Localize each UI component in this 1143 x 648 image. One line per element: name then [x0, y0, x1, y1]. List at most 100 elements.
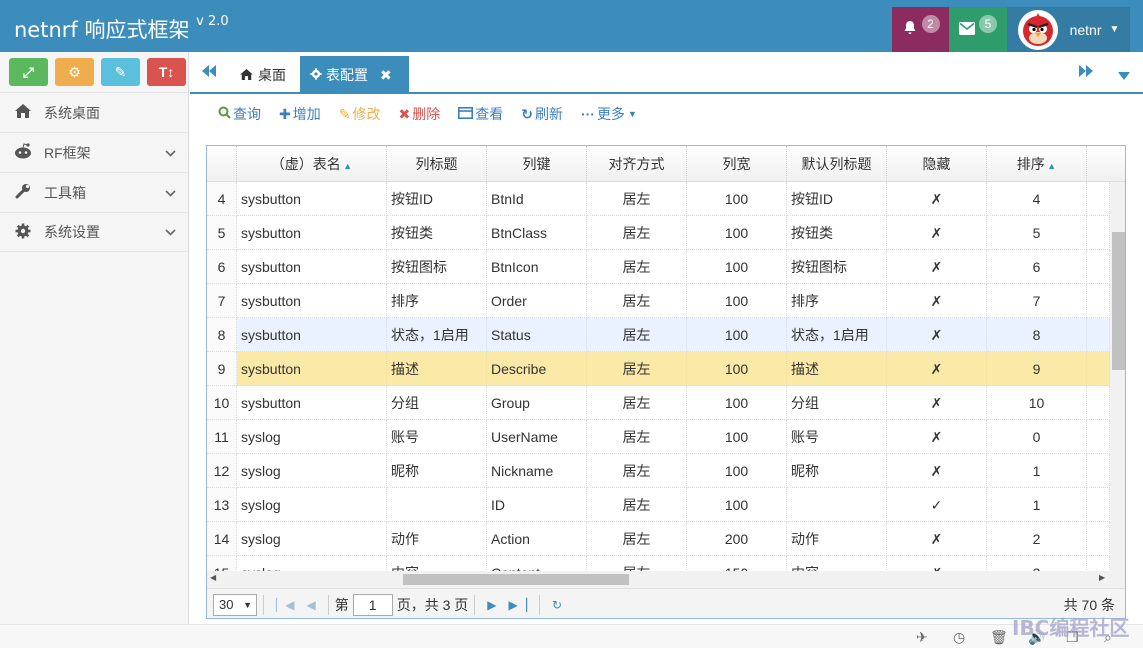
tab-table-config[interactable]: 表配置 ✖ [300, 56, 409, 94]
table-row[interactable]: 7 sysbutton 排序 Order 居左 100 排序 ✗ 7 [207, 284, 1110, 318]
home-icon [240, 67, 253, 83]
table-row[interactable]: 6 sysbutton 按钮图标 BtnIcon 居左 100 按钮图标 ✗ 6 [207, 250, 1110, 284]
pagination-bar: 30 ▼ ▏◀ ◀ 第 1 页，共 3 页 ▶ ▶▕ ↻ 共 70 条 [207, 588, 1125, 618]
cell-column-title: 内容 [387, 556, 487, 571]
delete-button[interactable]: ✖ 删除 [398, 104, 440, 124]
table-row[interactable]: 13 syslog ID 居左 100 ✓ 1 [207, 488, 1110, 522]
add-button[interactable]: ✚ 增加 [279, 104, 321, 124]
top-bar: netnrf 响应式框架 v 2.0 2 5 netnr ▼ [0, 0, 1143, 52]
cell-column-key: BtnId [487, 182, 587, 216]
sidebar: ⤢ ⚙ ✎ T↕ 系统桌面 RF框架 工具箱 系统设置 [0, 52, 189, 624]
page-number-input[interactable]: 1 [352, 593, 393, 616]
scroll-left-arrow-icon[interactable]: ◀ [210, 573, 216, 582]
table-row[interactable]: 14 syslog 动作 Action 居左 200 动作 ✗ 2 [207, 522, 1110, 556]
notifications-button[interactable]: 2 [892, 7, 949, 52]
refresh-button[interactable]: ↻ 刷新 [521, 104, 563, 124]
sidebar-item-toolbox[interactable]: 工具箱 [0, 172, 188, 212]
edit-record-button[interactable]: ✎ 修改 [339, 104, 381, 124]
sidebar-item-settings[interactable]: 系统设置 [0, 212, 188, 252]
more-button[interactable]: ··· 更多 ▼ [581, 104, 637, 124]
table-row[interactable]: 12 syslog 昵称 Nickname 居左 100 昵称 ✗ 1 [207, 454, 1110, 488]
notifications-badge: 2 [921, 14, 940, 33]
cell-column-title: 排序 [387, 284, 487, 318]
header-hidden[interactable]: 隐藏 [887, 146, 987, 182]
cell-column-key: UserName [487, 420, 587, 454]
settings-button[interactable]: ⚙ [55, 58, 94, 86]
trash-icon[interactable]: 🗑 [990, 629, 1008, 646]
font-size-button[interactable]: T↕ [147, 58, 186, 86]
last-page-icon[interactable]: ▶▕ [509, 598, 527, 612]
expand-button[interactable]: ⤢ [9, 58, 48, 86]
cell-width: 100 [687, 352, 787, 386]
cell-rownum: 13 [207, 488, 237, 522]
table-row[interactable]: 8 sysbutton 状态，1启用 Status 居左 100 状态，1启用 ✗ 8 [207, 318, 1110, 352]
refresh-icon: ↻ [521, 105, 533, 122]
header-default-title[interactable]: 默认列标题 [787, 146, 887, 182]
horizontal-scrollbar[interactable]: ◀ ▶ [207, 571, 1110, 588]
header-align[interactable]: 对齐方式 [587, 146, 687, 182]
cell-column-key: BtnIcon [487, 250, 587, 284]
edit-button[interactable]: ✎ [101, 58, 140, 86]
history-icon[interactable]: ◷ [953, 629, 965, 646]
brand[interactable]: netnrf 响应式框架 v 2.0 [14, 14, 229, 44]
table-row[interactable]: 9 sysbutton 描述 Describe 居左 100 描述 ✗ 9 [207, 352, 1110, 386]
scroll-right-arrow-icon[interactable]: ▶ [1099, 573, 1105, 582]
cell-align: 居左 [587, 420, 687, 454]
query-button[interactable]: 查询 [218, 104, 261, 124]
next-page-icon[interactable]: ▶ [487, 598, 496, 612]
prev-page-icon[interactable]: ◀ [306, 598, 315, 612]
horizontal-scroll-thumb[interactable] [403, 574, 629, 585]
cell-default-title: 内容 [787, 556, 887, 571]
cell-width: 200 [687, 522, 787, 556]
header-table-name[interactable]: （虚）表名 ▲ [237, 146, 387, 182]
brand-version: v 2.0 [196, 14, 229, 29]
cell-column-key: Status [487, 318, 587, 352]
rocket-icon[interactable]: ✈ [916, 629, 928, 646]
sidebar-item-desktop[interactable]: 系统桌面 [0, 92, 188, 132]
page-size-select[interactable]: 30 ▼ [213, 593, 257, 616]
first-page-icon[interactable]: ▏◀ [276, 598, 294, 612]
messages-button[interactable]: 5 [949, 7, 1007, 52]
pager-separator [263, 594, 264, 615]
scroll-corner [1110, 571, 1125, 588]
remove-icon: ✖ [398, 105, 411, 122]
tab-scroll-right-icon[interactable] [1079, 64, 1093, 80]
sidebar-item-rf[interactable]: RF框架 [0, 132, 188, 172]
cell-hidden: ✗ [887, 556, 987, 571]
ellipsis-icon: ··· [580, 106, 595, 122]
header-column-key[interactable]: 列键 [487, 146, 587, 182]
table-row[interactable]: 11 syslog 账号 UserName 居左 100 账号 ✗ 0 [207, 420, 1110, 454]
wrench-icon [14, 183, 32, 202]
cell-table-name: syslog [237, 454, 387, 488]
chevron-down-icon [165, 186, 176, 200]
tab-scroll-left-icon[interactable] [202, 64, 216, 80]
user-menu[interactable]: netnr ▼ [1007, 7, 1130, 52]
table-row[interactable]: 15syslog内容Content居左150内容✗3 [207, 556, 1110, 571]
tab-menu-caret-icon[interactable] [1118, 67, 1130, 83]
cell-order: 6 [987, 250, 1087, 284]
table-row[interactable]: 5 sysbutton 按钮类 BtnClass 居左 100 按钮类 ✗ 5 [207, 216, 1110, 250]
sidebar-item-label: 系统桌面 [44, 104, 100, 121]
delete-label: 删除 [412, 106, 441, 122]
cell-overflow [1087, 488, 1110, 522]
cell-table-name: sysbutton [237, 352, 387, 386]
header-column-title[interactable]: 列标题 [387, 146, 487, 182]
cell-column-title: 账号 [387, 420, 487, 454]
cell-overflow [1087, 352, 1110, 386]
header-width[interactable]: 列宽 [687, 146, 787, 182]
cell-rownum: 5 [207, 216, 237, 250]
header-order[interactable]: 排序 ▲ [987, 146, 1087, 182]
tab-bar: 桌面 表配置 ✖ [190, 52, 1143, 94]
close-icon[interactable]: ✖ [380, 67, 392, 84]
cell-overflow [1087, 420, 1110, 454]
reload-icon[interactable]: ↻ [552, 598, 562, 612]
view-button[interactable]: 查看 [458, 104, 503, 124]
table-row[interactable]: 4 sysbutton 按钮ID BtnId 居左 100 按钮ID ✗ 4 [207, 182, 1110, 216]
cell-order: 2 [987, 522, 1087, 556]
cell-column-title: 分组 [387, 386, 487, 420]
cell-table-name: sysbutton [237, 284, 387, 318]
vertical-scrollbar[interactable] [1110, 182, 1125, 571]
vertical-scroll-thumb[interactable] [1112, 232, 1125, 370]
table-row[interactable]: 10 sysbutton 分组 Group 居左 100 分组 ✗ 10 [207, 386, 1110, 420]
tab-home[interactable]: 桌面 [230, 56, 296, 94]
